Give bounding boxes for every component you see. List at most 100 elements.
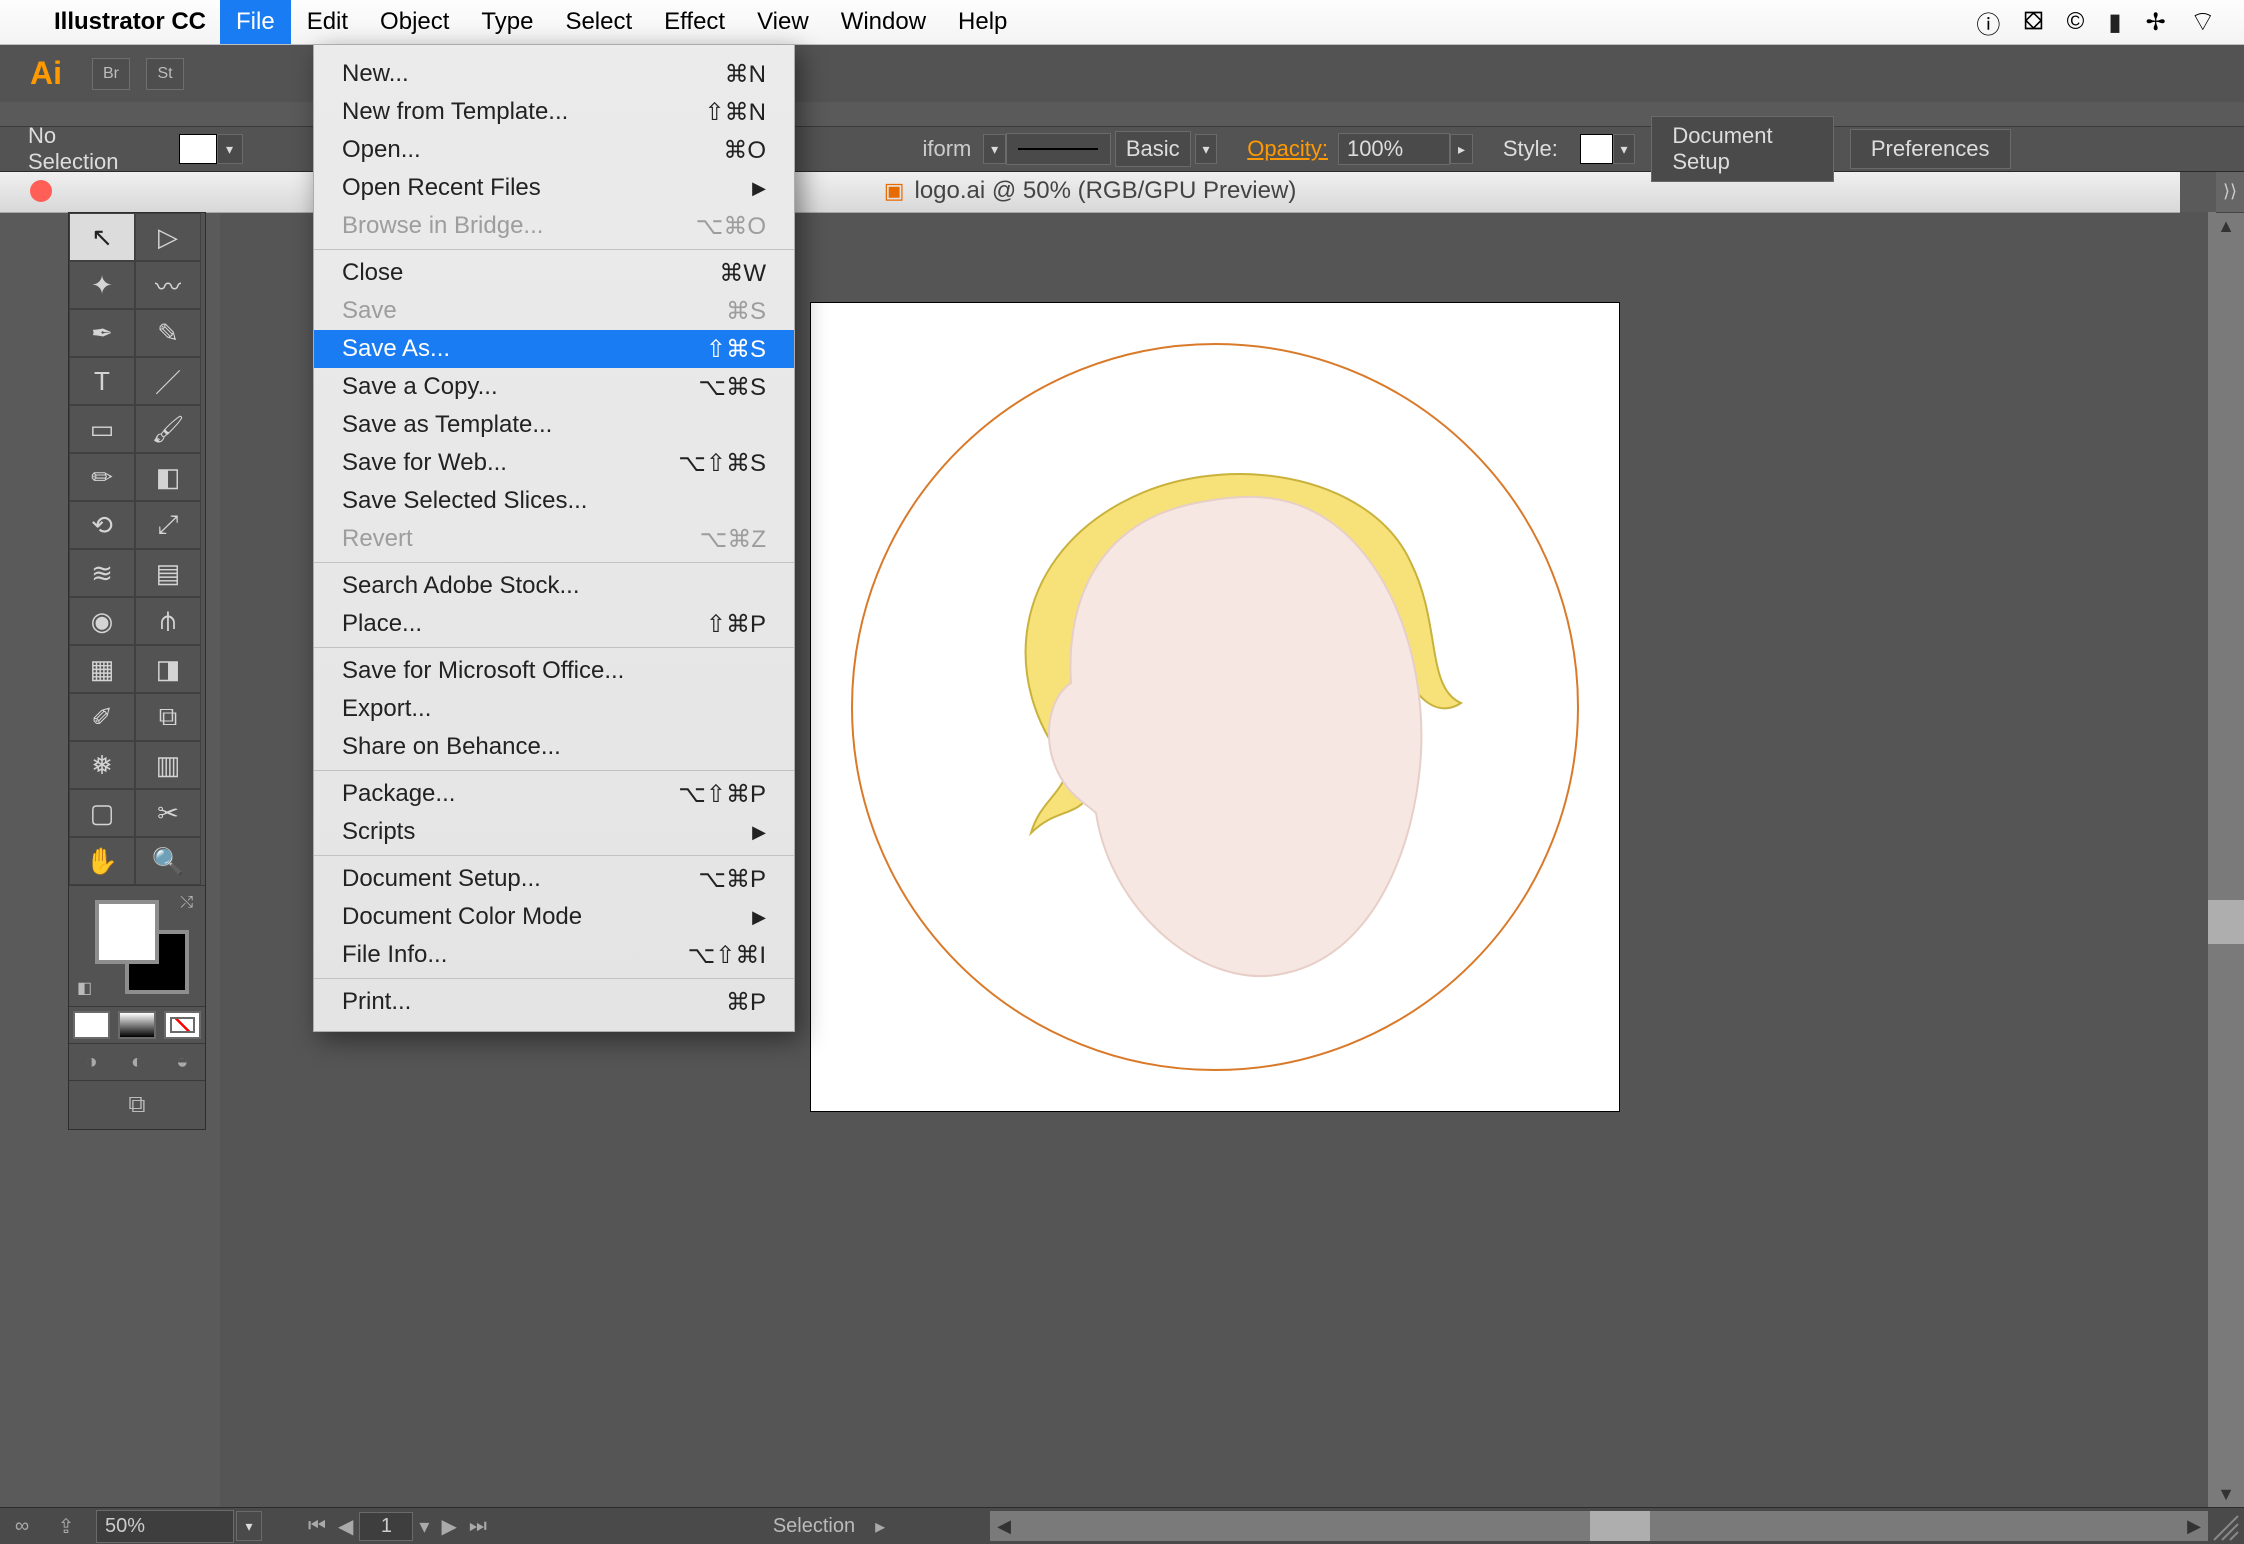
column-graph-tool[interactable]: ▥ — [135, 741, 201, 789]
opacity-dropdown[interactable]: ▸ — [1450, 134, 1473, 164]
file-menu-item[interactable]: Save Selected Slices... — [314, 482, 794, 520]
brush-name[interactable]: Basic — [1115, 131, 1191, 167]
width-tool[interactable]: ≋ — [69, 549, 135, 597]
app-name[interactable]: Illustrator CC — [40, 8, 220, 36]
file-menu-item[interactable]: Open Recent Files▶ — [314, 169, 794, 207]
screen-mode-button[interactable]: ⧉ — [69, 1080, 205, 1129]
fill-swatch[interactable] — [179, 134, 217, 164]
file-menu-item[interactable]: Print...⌘P — [314, 983, 794, 1021]
magic-wand-tool[interactable]: ✦ — [69, 261, 135, 309]
file-menu-item[interactable]: Search Adobe Stock... — [314, 567, 794, 605]
swap-icon[interactable]: ⤭ — [180, 894, 193, 912]
vertical-scrollbar[interactable]: ▲ ▼ — [2208, 212, 2244, 1508]
file-menu-item[interactable]: Document Color Mode▶ — [314, 898, 794, 936]
scroll-down-icon[interactable]: ▼ — [2208, 1480, 2244, 1508]
menu-help[interactable]: Help — [942, 0, 1023, 44]
draw-inside-icon[interactable]: ◒ — [176, 1051, 188, 1074]
dropbox-icon[interactable]: ⛋ — [2012, 8, 2054, 36]
file-menu-item[interactable]: Share on Behance... — [314, 728, 794, 766]
fill-dropdown[interactable]: ▾ — [217, 134, 243, 164]
mesh-tool[interactable]: ▦ — [69, 645, 135, 693]
file-menu-item[interactable]: New from Template...⇧⌘N — [314, 93, 794, 131]
first-artboard-icon[interactable]: ⏮ — [302, 1515, 332, 1538]
share-icon[interactable]: ⇪ — [44, 1514, 88, 1539]
artboard[interactable] — [810, 302, 1620, 1112]
menu-file[interactable]: File — [220, 0, 291, 44]
type-tool[interactable]: T — [69, 357, 135, 405]
artboard-number[interactable]: 1 — [359, 1512, 413, 1541]
fill-color[interactable] — [95, 900, 159, 964]
file-menu-item[interactable]: Close⌘W — [314, 254, 794, 292]
file-menu-item[interactable]: Save a Copy...⌥⌘S — [314, 368, 794, 406]
zoom-level[interactable]: 50% — [96, 1510, 234, 1543]
blend-tool[interactable]: ⧉ — [135, 693, 201, 741]
file-menu-item[interactable]: Package...⌥⇧⌘P — [314, 775, 794, 813]
free-transform-tool[interactable]: ▤ — [135, 549, 201, 597]
status-dropdown-icon[interactable]: ▸ — [875, 1514, 885, 1539]
wifi-icon[interactable]: ⌔ — [2178, 5, 2228, 40]
file-menu-item[interactable]: Open...⌘O — [314, 131, 794, 169]
file-menu-item[interactable]: Scripts▶ — [314, 813, 794, 851]
style-swatch[interactable] — [1580, 134, 1613, 164]
menu-select[interactable]: Select — [549, 0, 648, 44]
shape-builder-tool[interactable]: ◉ — [69, 597, 135, 645]
cc-sync-icon[interactable]: ∞ — [0, 1515, 44, 1538]
resize-grip-icon[interactable] — [2210, 1512, 2242, 1544]
cc-icon[interactable]: © — [2055, 8, 2097, 36]
eraser-tool[interactable]: ◧ — [135, 453, 201, 501]
artboard-dropdown[interactable]: ▾ — [413, 1514, 435, 1539]
weight-dropdown[interactable]: ▾ — [983, 134, 1006, 164]
file-menu-item[interactable]: Place...⇧⌘P — [314, 605, 794, 643]
file-menu-item[interactable]: New...⌘N — [314, 55, 794, 93]
last-artboard-icon[interactable]: ⏭ — [463, 1515, 493, 1538]
document-setup-button[interactable]: Document Setup — [1651, 116, 1834, 182]
opacity-input[interactable]: 100% — [1338, 133, 1450, 165]
menu-edit[interactable]: Edit — [291, 0, 364, 44]
rectangle-tool[interactable]: ▭ — [69, 405, 135, 453]
eyedropper-tool[interactable]: ✐ — [69, 693, 135, 741]
color-mode-solid[interactable] — [73, 1011, 110, 1039]
zoom-dropdown[interactable]: ▾ — [236, 1511, 262, 1541]
color-mode-gradient[interactable] — [118, 1011, 155, 1039]
scroll-up-icon[interactable]: ▲ — [2208, 212, 2244, 240]
paintbrush-tool[interactable]: 🖌 — [135, 405, 201, 453]
style-dropdown[interactable]: ▾ — [1613, 134, 1636, 164]
file-menu-item[interactable]: Export... — [314, 690, 794, 728]
brush-dropdown[interactable]: ▾ — [1195, 134, 1218, 164]
file-menu-item[interactable]: File Info...⌥⇧⌘I — [314, 936, 794, 974]
window-close-button[interactable] — [30, 180, 52, 202]
file-menu-item[interactable]: Save as Template... — [314, 406, 794, 444]
selection-tool[interactable]: ↖ — [69, 213, 135, 261]
pen-tool[interactable]: ✒ — [69, 309, 135, 357]
file-menu-item[interactable]: Save for Web...⌥⇧⌘S — [314, 444, 794, 482]
symbol-sprayer-tool[interactable]: ❅ — [69, 741, 135, 789]
horizontal-scrollbar[interactable]: ◀ ▶ — [990, 1511, 2208, 1541]
line-tool[interactable]: ／ — [135, 357, 201, 405]
scrollbar-thumb[interactable] — [2208, 900, 2244, 944]
draw-behind-icon[interactable]: ◐ — [131, 1051, 143, 1074]
scroll-left-icon[interactable]: ◀ — [990, 1511, 1018, 1541]
hand-tool[interactable]: ✋ — [69, 837, 135, 885]
scroll-right-icon[interactable]: ▶ — [2180, 1511, 2208, 1541]
bookmark-icon[interactable]: ▮ — [2096, 8, 2133, 37]
lasso-tool[interactable]: 〰 — [135, 261, 201, 309]
stroke-preview[interactable] — [1006, 133, 1111, 165]
menu-type[interactable]: Type — [465, 0, 549, 44]
next-artboard-icon[interactable]: ▶ — [435, 1514, 462, 1539]
bridge-button[interactable]: Br — [92, 58, 130, 90]
scale-tool[interactable]: ⤢ — [135, 501, 201, 549]
menu-object[interactable]: Object — [364, 0, 465, 44]
artboard-tool[interactable]: ▢ — [69, 789, 135, 837]
gradient-tool[interactable]: ◨ — [135, 645, 201, 693]
default-colors-icon[interactable]: ◧ — [77, 978, 92, 998]
menu-extra-icon[interactable]: ⓘ — [1964, 5, 2012, 40]
face-shape[interactable] — [1016, 483, 1476, 1003]
stock-button[interactable]: St — [146, 58, 184, 90]
preferences-button[interactable]: Preferences — [1850, 129, 2011, 169]
draw-normal-icon[interactable]: ◑ — [86, 1051, 98, 1074]
prev-artboard-icon[interactable]: ◀ — [332, 1514, 359, 1539]
menu-view[interactable]: View — [741, 0, 825, 44]
menu-extra-icon[interactable]: ✢ — [2134, 8, 2178, 37]
slice-tool[interactable]: ✂ — [135, 789, 201, 837]
fill-stroke-control[interactable]: ⤭ ◧ — [69, 885, 205, 1006]
